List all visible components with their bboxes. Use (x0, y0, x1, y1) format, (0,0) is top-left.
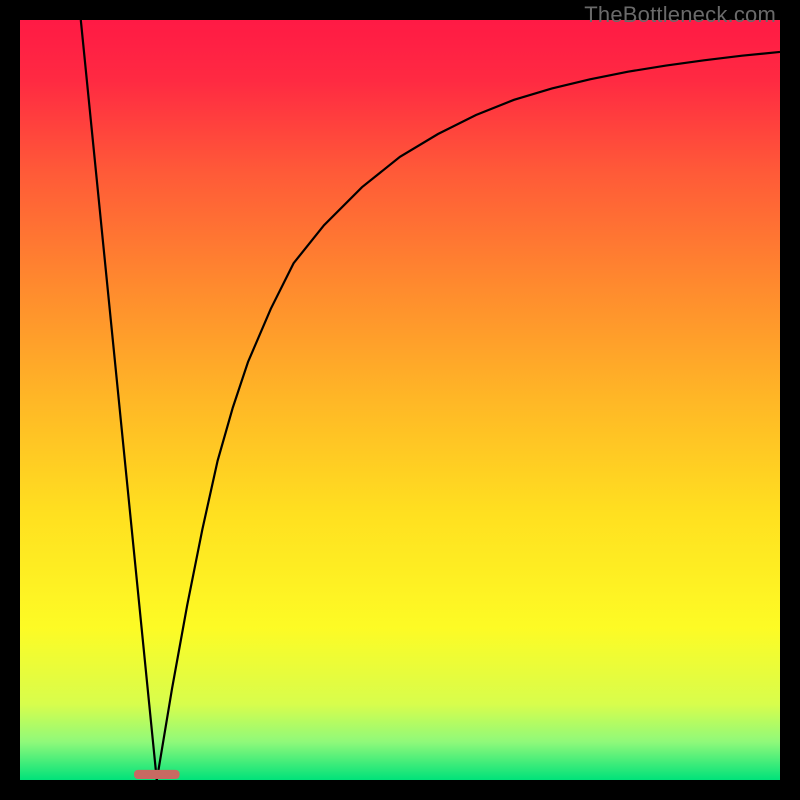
gradient-background (20, 20, 780, 780)
chart-frame (20, 20, 780, 780)
bottleneck-chart (20, 20, 780, 780)
optimum-marker (134, 770, 180, 779)
